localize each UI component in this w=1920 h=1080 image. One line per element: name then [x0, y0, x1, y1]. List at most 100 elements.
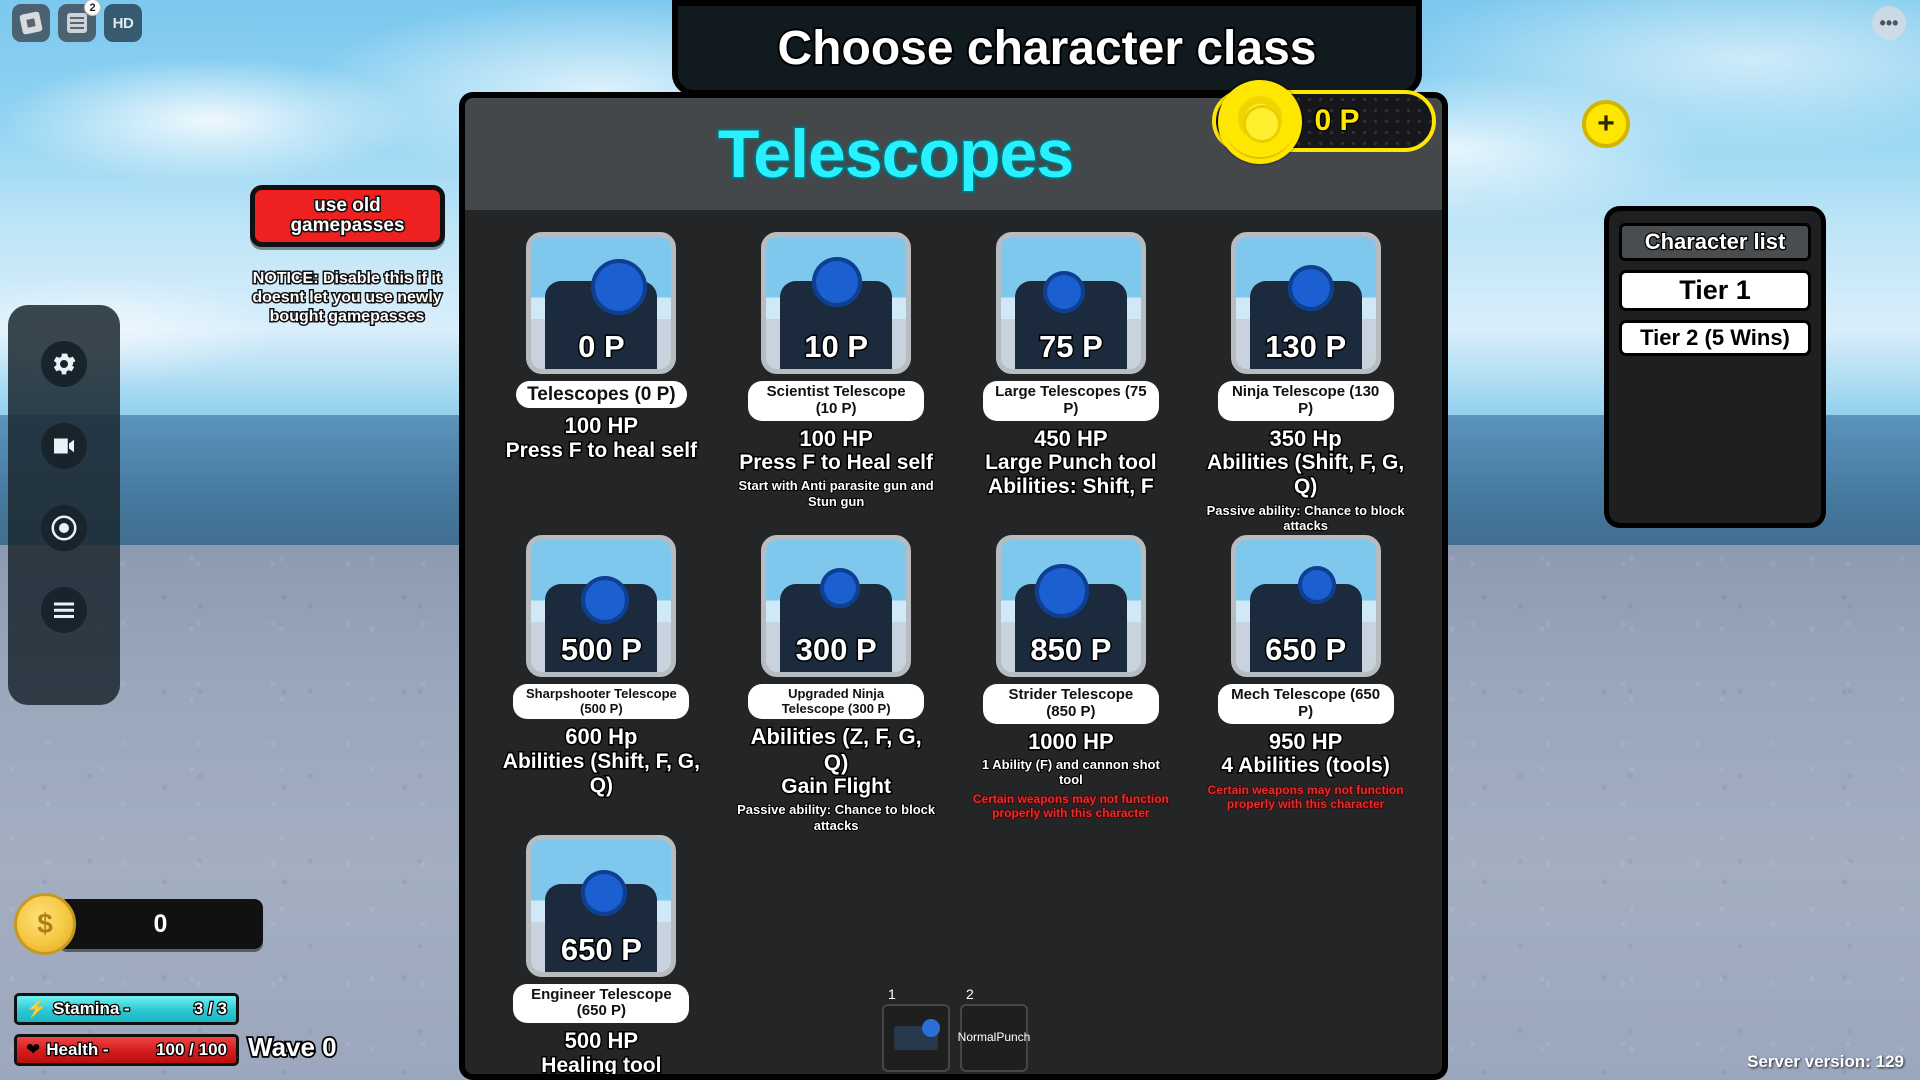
- plus-icon[interactable]: +: [1582, 100, 1630, 148]
- telescope-card-description: Abilities (Z, F, G, Q) Gain Flight Passive…: [736, 723, 936, 834]
- telescope-card-price-overlay: 650 P: [1264, 630, 1348, 668]
- character-list-item-tier1[interactable]: Tier 1: [1619, 270, 1811, 311]
- telescope-card-name: Strider Telescope (850 P): [982, 683, 1159, 724]
- hd-quality-button[interactable]: HD: [104, 4, 142, 42]
- telescope-shop-panel: Telescopes 0 P Telescopes (0 P) 100 HP Pres…: [459, 92, 1448, 1080]
- telescope-card-description: 500 HP Healing tool: [501, 1027, 701, 1074]
- hotbar-slot-1-number: 1: [888, 986, 896, 1002]
- left-toolbar: [8, 305, 120, 705]
- gear-icon[interactable]: [41, 341, 87, 387]
- telescope-card-subtext: Passive ability: Chance to block attacks: [1206, 502, 1406, 534]
- telescope-card-price-overlay: 75 P: [1037, 328, 1104, 366]
- video-icon[interactable]: [41, 423, 87, 469]
- telescope-card[interactable]: 650 P Engineer Telescope (650 P) 500 HP Hea…: [487, 834, 716, 1074]
- telescope-card-subtext: Start with Anti parasite gun and Stun gu…: [737, 477, 934, 509]
- wave-counter: Wave 0: [246, 1030, 338, 1064]
- telescope-card-price-overlay: 650 P: [559, 930, 643, 968]
- telescope-card-name: Ninja Telescope (130 P): [1217, 381, 1394, 421]
- telescope-lens-icon: [591, 259, 648, 315]
- telescope-card-description: 950 HP 4 Abilities (tools) Certain weapons…: [1206, 727, 1406, 813]
- telescope-card[interactable]: 130 P Ninja Telescope (130 P) 350 Hp Abilit…: [1191, 232, 1420, 534]
- roblox-top-chrome: 2 HD: [12, 0, 142, 42]
- telescope-card[interactable]: 300 P Upgraded Ninja Telescope (300 P) Abi…: [722, 534, 951, 834]
- telescope-card-description: 100 HP Press F to Heal self Start with Ant…: [736, 424, 936, 509]
- stamina-bar: ⚡ Stamina - 3 / 3: [14, 993, 239, 1025]
- telescope-card-hp: 450 HP: [1033, 424, 1109, 452]
- telescope-card-name: Telescopes (0 P): [516, 381, 687, 409]
- telescope-card-thumbnail[interactable]: 500 P: [526, 534, 677, 677]
- heart-icon: ❤: [26, 1040, 41, 1059]
- hotbar-slot-2[interactable]: 2 NormalPunch: [958, 986, 1030, 1072]
- telescope-card-line: Abilities (Shift, F, G, Q): [501, 748, 701, 798]
- telescope-card-thumbnail[interactable]: 130 P: [1230, 232, 1381, 374]
- telescope-card-description: 1000 HP 1 Ability (F) and cannon shot too…: [971, 727, 1171, 821]
- telescope-card-warning: Certain weapons may not function properl…: [972, 792, 1170, 821]
- telescope-lens-icon: [820, 567, 861, 608]
- stamina-value: 3 / 3: [193, 998, 229, 1020]
- telescope-card[interactable]: 650 P Mech Telescope (650 P) 950 HP 4 Abili…: [1191, 534, 1420, 833]
- telescope-card-hp: Abilities (Z, F, G, Q): [749, 723, 923, 777]
- player-hud: $ 0 ⚡ Stamina - 3 / 3 ❤ Health - 100 / 1…: [14, 893, 263, 1066]
- telescope-card-name: Mech Telescope (650 P): [1217, 683, 1394, 724]
- hamburger-icon[interactable]: [41, 587, 87, 633]
- telescope-card-name: Scientist Telescope (10 P): [748, 381, 925, 421]
- telescope-card-thumbnail[interactable]: 75 P: [995, 232, 1146, 374]
- use-old-gamepasses-button[interactable]: use old gamepasses: [250, 185, 445, 247]
- telescope-card-hp: 500 HP: [563, 1027, 639, 1055]
- telescope-card-subtext: Passive ability: Chance to block attacks: [736, 801, 936, 833]
- coin-icon: [1218, 80, 1302, 164]
- telescope-card-thumbnail[interactable]: 650 P: [1230, 534, 1381, 677]
- telescope-card-price-overlay: 850 P: [1029, 630, 1113, 668]
- hotbar-slot-2-label: NormalPunch: [957, 1030, 1031, 1045]
- telescope-card-line: Abilities (Shift, F, G, Q): [1206, 450, 1406, 500]
- telescope-card[interactable]: 0 P Telescopes (0 P) 100 HP Press F to heal…: [487, 232, 716, 533]
- telescope-card-price-overlay: 0 P: [577, 328, 627, 366]
- stamina-label: Stamina -: [52, 998, 131, 1020]
- game-screen: 2 HD ••• use old gamepasses NOTICE: Disa…: [0, 0, 1920, 1080]
- telescope-card-line: Gain Flight: [780, 774, 893, 800]
- telescope-card-price-overlay: 130 P: [1264, 328, 1348, 366]
- telescope-card-line: Large Punch tool: [984, 450, 1159, 476]
- telescope-lens-icon: [1034, 563, 1089, 618]
- top-right-chrome: •••: [1872, 6, 1906, 40]
- telescope-card-thumbnail[interactable]: 850 P: [995, 534, 1146, 677]
- cash-row: $ 0: [14, 893, 263, 955]
- telescope-card[interactable]: 850 P Strider Telescope (850 P) 1000 HP 1 A…: [957, 534, 1186, 833]
- gamepass-button-line2: gamepasses: [289, 214, 406, 237]
- telescope-card-line: Press F to heal self: [504, 437, 698, 463]
- coin-money-icon: $: [14, 893, 76, 955]
- telescope-card-thumbnail[interactable]: 300 P: [761, 534, 912, 677]
- camera-icon[interactable]: [41, 505, 87, 551]
- telescope-lens-icon: [1042, 271, 1085, 313]
- health-bar: ❤ Health - 100 / 100: [14, 1034, 239, 1066]
- gamepass-button-line1: use old: [313, 194, 382, 217]
- shop-body: 0 P Telescopes (0 P) 100 HP Press F to heal…: [465, 210, 1442, 1074]
- telescope-card[interactable]: 75 P Large Telescopes (75 P) 450 HP Large P…: [957, 232, 1186, 533]
- telescope-card[interactable]: 10 P Scientist Telescope (10 P) 100 HP Pres…: [722, 232, 951, 533]
- character-list-item-tier2[interactable]: Tier 2 (5 Wins): [1619, 320, 1811, 356]
- telescope-card-description: 450 HP Large Punch tool Abilities: Shift, …: [971, 424, 1171, 500]
- lightning-icon: ⚡: [26, 999, 48, 1018]
- telescope-card[interactable]: 500 P Sharpshooter Telescope (500 P) 600 H…: [487, 534, 716, 833]
- telescope-card-description: 350 Hp Abilities (Shift, F, G, Q) Passive …: [1206, 424, 1406, 534]
- telescope-card-thumbnail[interactable]: 650 P: [526, 834, 677, 977]
- telescope-card-description: 600 Hp Abilities (Shift, F, G, Q): [501, 723, 701, 799]
- roblox-menu-button[interactable]: [12, 4, 50, 42]
- chat-button[interactable]: 2: [58, 0, 101, 42]
- hotbar-slot-1[interactable]: 1: [882, 986, 950, 1072]
- telescope-card-price-overlay: 10 P: [803, 328, 870, 366]
- telescope-card-line: 4 Abilities (tools): [1220, 753, 1391, 779]
- character-list-panel: Character list Tier 1 Tier 2 (5 Wins): [1604, 206, 1826, 528]
- telescope-card-thumbnail[interactable]: 0 P: [526, 232, 677, 374]
- telescope-card-grid: 0 P Telescopes (0 P) 100 HP Press F to heal…: [487, 232, 1420, 1074]
- telescope-lens-icon: [1287, 265, 1334, 311]
- chat-icon: [67, 13, 87, 33]
- ellipsis-icon[interactable]: •••: [1872, 6, 1906, 40]
- telescope-card-price-overlay: 500 P: [559, 630, 643, 668]
- hotbar: 1 2 NormalPunch: [882, 986, 1030, 1072]
- telescope-card-hp: 1000 HP: [1027, 727, 1116, 755]
- telescope-card-thumbnail[interactable]: 10 P: [761, 232, 912, 374]
- server-version-label: Server version: 129: [1747, 1052, 1904, 1071]
- telescope-card-name: Upgraded Ninja Telescope (300 P): [748, 683, 925, 720]
- character-list-header: Character list: [1619, 223, 1811, 261]
